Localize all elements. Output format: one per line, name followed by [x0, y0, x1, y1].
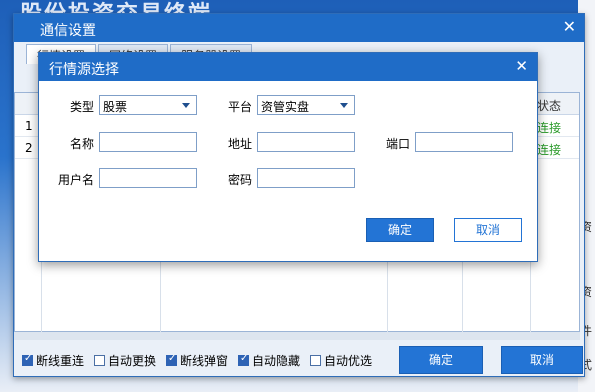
name-field[interactable]: [99, 132, 197, 152]
password-label: 密码: [227, 173, 252, 187]
option-label: 自动更换: [108, 354, 157, 368]
type-select[interactable]: 股票: [99, 95, 197, 115]
option-label: 断线重连: [36, 354, 85, 368]
close-icon[interactable]: ✕: [515, 57, 528, 75]
checkbox-checked-icon[interactable]: [166, 353, 177, 366]
platform-label: 平台: [227, 100, 252, 114]
name-label: 名称: [69, 137, 94, 151]
cancel-button[interactable]: 取消: [501, 346, 583, 374]
market-source-dialog: 行情源选择 ✕ 类型 股票 平台 资管实盘 名称 地址 端口 用户名 密码 确定…: [38, 52, 538, 262]
type-value: 股票: [103, 100, 128, 114]
password-field[interactable]: [257, 168, 355, 188]
confirm-button[interactable]: 确定: [399, 346, 483, 374]
modal-titlebar: 行情源选择 ✕: [39, 53, 537, 81]
modal-cancel-button[interactable]: 取消: [454, 218, 522, 242]
status-header: 状态: [537, 99, 562, 113]
option-auto-switch[interactable]: 自动更换: [94, 352, 156, 369]
address-field[interactable]: [257, 132, 355, 152]
checkbox-checked-icon[interactable]: [238, 353, 249, 366]
option-label: 自动优选: [324, 354, 373, 368]
row-number: 2: [25, 141, 33, 155]
dialog-title: 通信设置: [40, 23, 96, 39]
checkbox-icon[interactable]: [310, 355, 321, 366]
option-label: 断线弹窗: [180, 354, 229, 368]
chevron-down-icon: [340, 103, 348, 108]
platform-value: 资管实盘: [261, 100, 310, 114]
row-number: 1: [25, 119, 33, 133]
username-label: 用户名: [57, 173, 94, 187]
modal-title: 行情源选择: [49, 62, 119, 78]
address-label: 地址: [227, 137, 252, 151]
type-label: 类型: [69, 100, 94, 114]
horizontal-scrollbar[interactable]: [14, 332, 580, 340]
username-field[interactable]: [99, 168, 197, 188]
checkbox-checked-icon[interactable]: [22, 353, 33, 366]
port-label: 端口: [385, 137, 410, 151]
dialog-titlebar: 通信设置 ✕: [14, 14, 584, 42]
checkbox-icon[interactable]: [94, 355, 105, 366]
platform-select[interactable]: 资管实盘: [257, 95, 355, 115]
option-auto-hide[interactable]: 自动隐藏: [238, 352, 300, 369]
options-bar: 断线重连 自动更换 断线弹窗 自动隐藏 自动优选 确定 取消: [22, 346, 583, 374]
port-field[interactable]: [415, 132, 513, 152]
status-badge: 连接: [537, 143, 562, 157]
status-badge: 连接: [537, 121, 562, 135]
option-auto-optimize[interactable]: 自动优选: [310, 352, 372, 369]
option-label: 自动隐藏: [252, 354, 301, 368]
modal-confirm-button[interactable]: 确定: [366, 218, 434, 242]
close-icon[interactable]: ✕: [563, 17, 576, 36]
option-disconnect-popup[interactable]: 断线弹窗: [166, 352, 228, 369]
option-reconnect[interactable]: 断线重连: [22, 352, 84, 369]
chevron-down-icon: [182, 103, 190, 108]
